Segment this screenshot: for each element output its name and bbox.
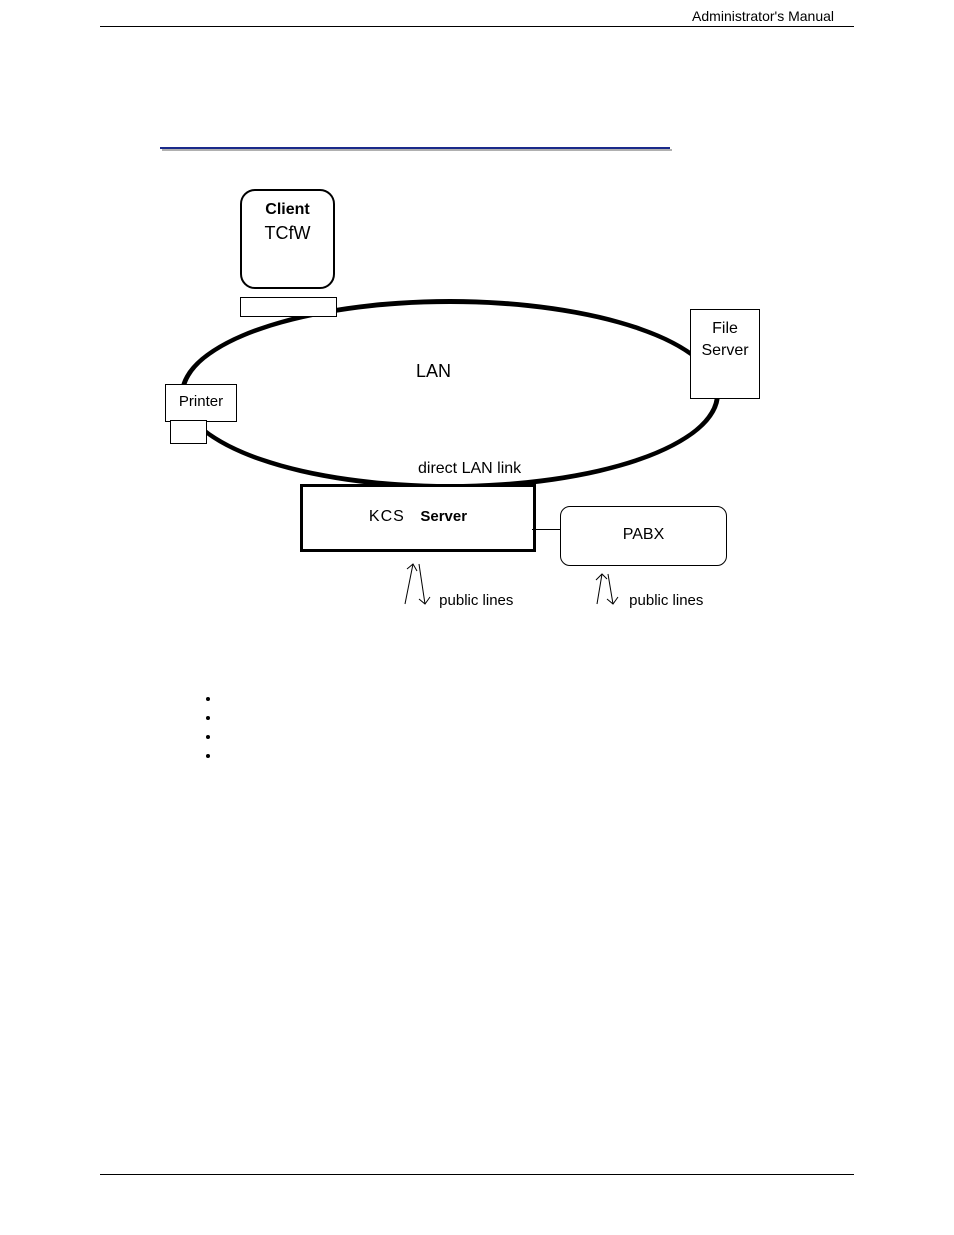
section-divider [160, 147, 670, 149]
client-keyboard-icon [240, 297, 337, 317]
file-server-node: File Server [690, 309, 760, 399]
page-header: Administrator's Manual [100, 8, 854, 27]
client-node: Client TCfW [240, 189, 335, 289]
page-footer-line [100, 1174, 854, 1175]
kcs-label: KCS [369, 508, 405, 525]
public-lines-right: public lines [585, 569, 703, 609]
public-lines-label-2: public lines [629, 592, 703, 609]
list-item [220, 746, 854, 765]
list-item [220, 689, 854, 708]
bidirectional-arrow-icon [395, 559, 435, 609]
list-item [220, 708, 854, 727]
file-server-label-1: File [691, 318, 759, 340]
lan-label: LAN [416, 361, 451, 382]
list-item [220, 727, 854, 746]
pabx-node: PABX [560, 506, 727, 566]
printer-tray-icon [170, 420, 207, 444]
network-diagram: Client TCfW File Server Printer LAN dire… [180, 189, 740, 669]
document-page: Administrator's Manual Client TCfW File … [0, 0, 954, 1235]
server-label: Server [420, 508, 467, 525]
kcs-pabx-connector [532, 529, 560, 530]
client-title: Client [242, 201, 333, 219]
bullet-list [220, 689, 854, 765]
public-lines-label-1: public lines [439, 592, 513, 609]
client-subtitle: TCfW [242, 223, 333, 244]
public-lines-left: public lines [395, 559, 513, 609]
bidirectional-arrow-icon [585, 569, 625, 609]
file-server-label-2: Server [691, 340, 759, 362]
direct-lan-label: direct LAN link [418, 460, 521, 478]
printer-node: Printer [165, 384, 237, 422]
kcs-server-node: KCS Server [300, 484, 536, 552]
